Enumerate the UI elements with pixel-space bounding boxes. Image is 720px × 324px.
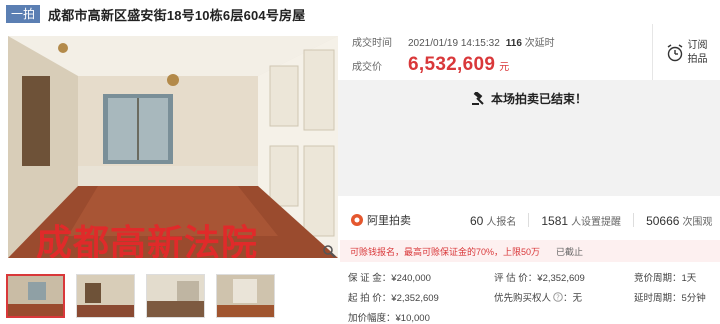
subscribe-line2: 拍品	[687, 54, 708, 65]
increment-row: 加价幅度：¥10,000	[348, 310, 430, 324]
divider	[633, 213, 635, 227]
deal-price-label: 成交价	[352, 62, 382, 73]
signups-count: 60	[470, 213, 484, 228]
brand-name: 阿里拍卖	[367, 215, 411, 227]
auction-status-panel: 本场拍卖已结束！	[338, 80, 720, 196]
credit-notice: 可赊钱报名，最高可赊保证金的70%，上限50万 已截止	[340, 240, 720, 262]
auction-round-tag: 一拍	[6, 5, 41, 23]
ali-auction-logo-icon	[351, 214, 363, 226]
thumbnail-4[interactable]	[216, 274, 275, 318]
help-icon[interactable]: ?	[553, 292, 563, 302]
watermark-text: 成都高新法院	[36, 223, 259, 258]
stats-bar: 阿里拍卖 60 人报名 1581 人设置提醒 50666 次围观	[338, 206, 720, 234]
start-price-label: 起 拍 价：	[348, 293, 392, 304]
brand: 阿里拍卖	[350, 212, 470, 228]
divider	[528, 213, 530, 227]
auction-ended-banner: 本场拍卖已结束！	[338, 90, 720, 107]
appraisal-value: ¥2,352,609	[537, 273, 585, 284]
appraisal-row: 评 估 价：¥2,352,609	[494, 270, 585, 284]
thumbnail-1[interactable]	[6, 274, 65, 318]
subscribe-line1: 订阅	[687, 40, 708, 51]
zoom-icon[interactable]	[322, 244, 336, 258]
extensions: 116 次延时	[506, 34, 555, 49]
signups-label: 人报名	[486, 216, 517, 228]
bid-cycle-row: 竞价周期：1天	[634, 270, 696, 284]
deal-time-label: 成交时间	[352, 38, 392, 49]
alarm-clock-icon	[667, 44, 682, 62]
deal-time-value: 2021/01/19 14:15:32	[408, 38, 500, 49]
subscribe-label: 订阅 拍品	[688, 39, 708, 67]
deposit-value: ¥240,000	[391, 273, 431, 284]
bid-cycle-label: 竞价周期：	[634, 273, 682, 284]
deal-price-unit: 元	[499, 62, 510, 73]
deal-price-row: 成交价 6,532,609 元	[352, 54, 509, 76]
thumbnail-3[interactable]	[146, 274, 205, 318]
start-price-value: ¥2,352,609	[391, 293, 439, 304]
auction-ended-text: 本场拍卖已结束！	[490, 92, 587, 106]
bid-cycle-value: 1天	[681, 273, 697, 284]
priority-buyer-value: ：无	[563, 293, 583, 304]
start-price-row: 起 拍 价：¥2,352,609	[348, 290, 439, 304]
gavel-icon	[471, 91, 484, 105]
svg-text:?: ?	[556, 294, 560, 302]
extensions-count: 116	[505, 38, 522, 49]
views-count: 50666	[646, 213, 680, 228]
reminders-stat: 1581 人设置提醒	[541, 213, 621, 228]
views-label: 次围观	[682, 216, 713, 228]
deposit-row: 保 证 金：¥240,000	[348, 270, 431, 284]
subscribe-button[interactable]: 订阅 拍品	[652, 24, 720, 82]
thumbnail-2[interactable]	[76, 274, 135, 318]
delay-cycle-row: 延时周期：5分钟	[634, 290, 706, 304]
reminders-label: 人设置提醒	[571, 216, 622, 228]
views-stat: 50666 次围观	[646, 213, 712, 228]
increment-label: 加价幅度：	[348, 313, 396, 324]
thumbnail-strip	[6, 274, 336, 320]
delay-cycle-value: 5分钟	[681, 293, 706, 304]
credit-notice-text: 可赊钱报名，最高可赊保证金的70%，上限50万	[350, 246, 541, 257]
delay-cycle-label: 延时周期：	[634, 293, 682, 304]
deal-price-value: 6,532,609	[408, 54, 496, 75]
credit-notice-status: 已截止	[556, 246, 584, 257]
appraisal-label: 评 估 价：	[494, 273, 538, 284]
item-title: 成都市高新区盛安街18号10栋6层604号房屋	[48, 7, 306, 23]
increment-value: ¥10,000	[395, 313, 430, 324]
reminders-count: 1581	[541, 213, 569, 228]
priority-buyer-row: 优先购买权人 ? ：无	[494, 290, 582, 304]
main-photo[interactable]: 成都高新法院	[8, 36, 338, 258]
deposit-label: 保 证 金：	[348, 273, 392, 284]
signups-stat: 60 人报名	[470, 213, 516, 228]
deal-time-row: 成交时间 2021/01/19 14:15:32 116 次延时	[352, 34, 555, 49]
extensions-suffix: 次延时	[524, 38, 555, 49]
priority-buyer-label: 优先购买权人	[494, 293, 552, 304]
